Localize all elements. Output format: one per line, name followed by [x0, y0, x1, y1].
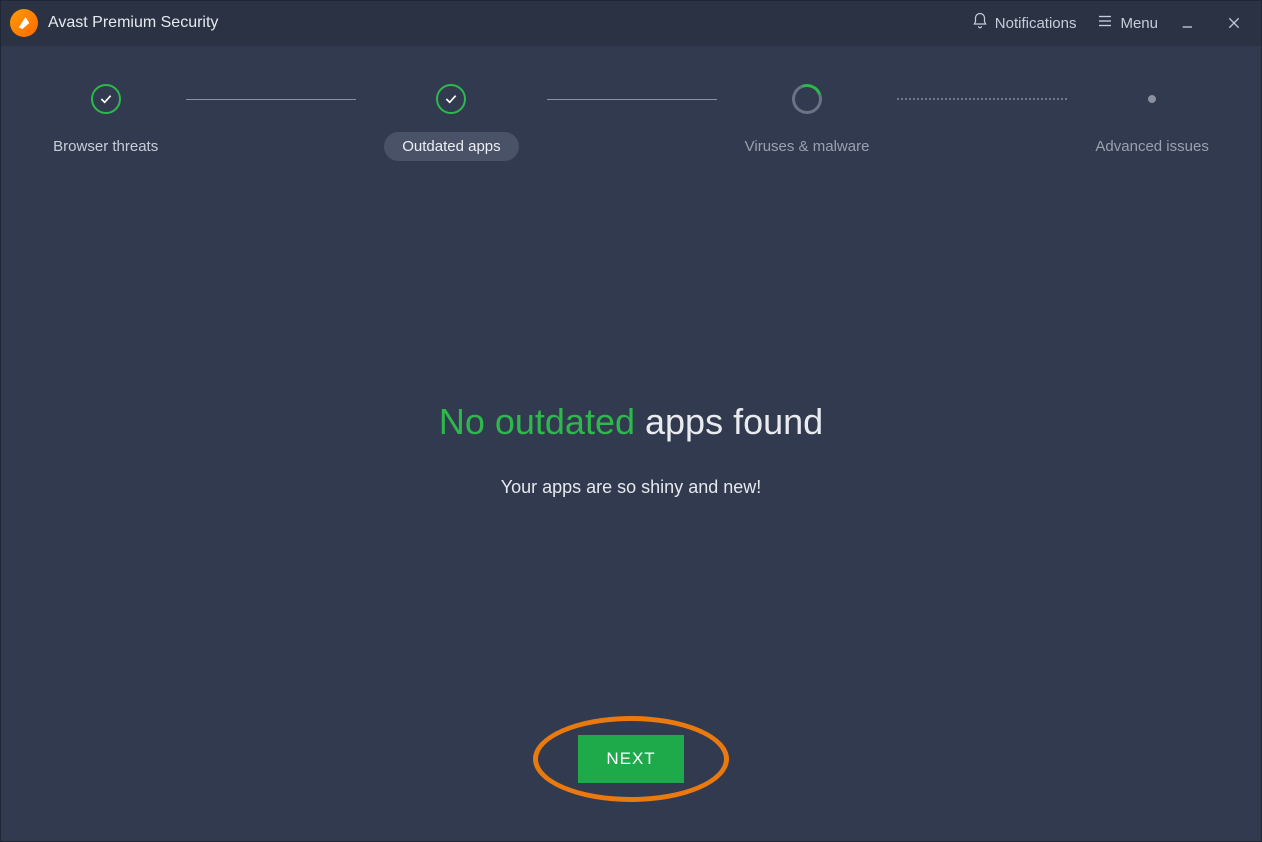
notifications-button[interactable]: Notifications [971, 12, 1077, 34]
checkmark-icon [91, 84, 121, 114]
checkmark-icon [436, 84, 466, 114]
notifications-label: Notifications [995, 15, 1077, 32]
connector [186, 84, 356, 114]
menu-icon [1096, 12, 1114, 34]
step-viruses-malware: Viruses & malware [717, 84, 898, 155]
connector [897, 84, 1067, 114]
menu-button[interactable]: Menu [1096, 12, 1158, 34]
app-title: Avast Premium Security [48, 14, 218, 32]
bell-icon [971, 12, 989, 34]
step-label: Browser threats [53, 138, 158, 155]
pending-dot-icon [1137, 84, 1167, 114]
headline-highlight: No outdated [439, 401, 635, 442]
headline-rest: apps found [635, 401, 823, 442]
action-area: NEXT [2, 716, 1260, 802]
step-label: Advanced issues [1095, 138, 1208, 155]
minimize-button[interactable] [1172, 7, 1204, 39]
menu-label: Menu [1120, 15, 1158, 32]
close-button[interactable] [1218, 7, 1250, 39]
step-label: Viruses & malware [745, 138, 870, 155]
next-button[interactable]: NEXT [578, 735, 684, 783]
result-subline: Your apps are so shiny and new! [2, 477, 1260, 498]
app-logo-icon [10, 9, 38, 37]
titlebar: Avast Premium Security Notifications Men… [0, 0, 1262, 46]
step-label-active: Outdated apps [384, 132, 518, 161]
highlight-ellipse-annotation: NEXT [533, 716, 729, 802]
step-outdated-apps: Outdated apps [356, 84, 546, 161]
result-panel: No outdated apps found Your apps are so … [2, 401, 1260, 498]
content-area: Browser threats Outdated apps Viruses & … [2, 46, 1260, 840]
step-browser-threats: Browser threats [25, 84, 186, 155]
step-advanced-issues: Advanced issues [1067, 84, 1236, 155]
result-headline: No outdated apps found [2, 401, 1260, 443]
scan-stepper: Browser threats Outdated apps Viruses & … [2, 84, 1260, 161]
connector [547, 84, 717, 114]
spinner-icon [787, 79, 827, 119]
